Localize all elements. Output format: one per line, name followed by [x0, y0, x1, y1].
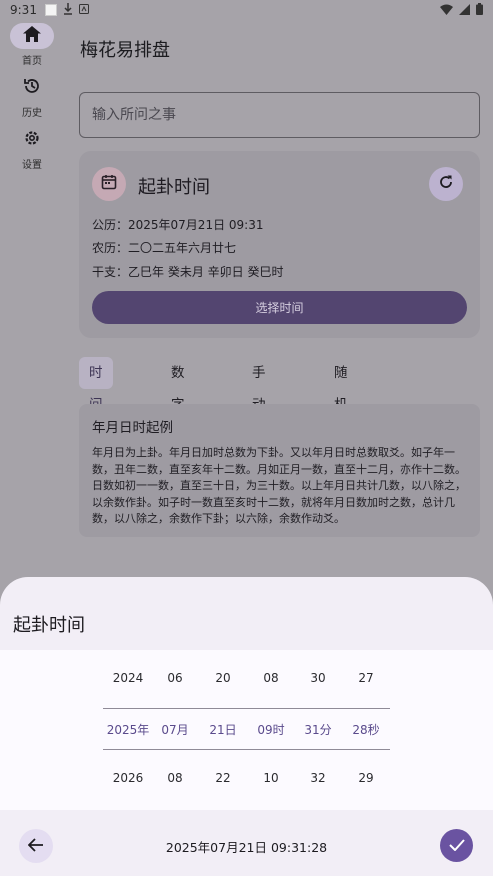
- minute-prev[interactable]: 30: [294, 671, 342, 685]
- tab-random[interactable]: 随机起卦: [324, 357, 358, 477]
- ganzhi-date: 干支：乙巳年 癸未月 辛卯日 癸巳时: [92, 265, 284, 279]
- nav-indicator: [10, 23, 54, 49]
- status-time: 9:31: [10, 3, 37, 17]
- day-prev[interactable]: 20: [199, 671, 247, 685]
- nav-pill-settings: [10, 127, 54, 153]
- example-title: 年月日时起例: [92, 420, 173, 436]
- nav-label-home: 首页: [22, 56, 42, 67]
- second-next[interactable]: 29: [342, 771, 390, 785]
- history-icon: [23, 77, 41, 99]
- question-input[interactable]: [79, 92, 480, 138]
- hour-next[interactable]: 10: [247, 771, 295, 785]
- home-icon: [23, 26, 41, 46]
- month-next[interactable]: 08: [151, 771, 199, 785]
- refresh-icon: [438, 174, 454, 194]
- sheet-footer: 2025年07月21日 09:31:28: [0, 810, 493, 876]
- gear-icon: [23, 129, 41, 151]
- nav-item-home[interactable]: 首页: [0, 23, 64, 67]
- hour-prev[interactable]: 08: [247, 671, 295, 685]
- time-picker-sheet: 起卦时间 2024 2025年 2026 06 07月 08 20 21日 22…: [0, 577, 493, 876]
- example-card: 年月日时起例 年月日为上卦。年月日加时总数为下卦。又以年月日时总数取爻。如子年一…: [79, 404, 480, 537]
- year-prev[interactable]: 2024: [104, 671, 152, 685]
- year-selected[interactable]: 2025年: [104, 721, 152, 738]
- app-notification-icon: [78, 3, 89, 17]
- sheet-title: 起卦时间: [13, 615, 85, 636]
- gregorian-date: 公历：2025年07月21日 09:31: [92, 218, 264, 232]
- wifi-icon: [440, 4, 453, 18]
- hour-selected[interactable]: 09时: [247, 721, 295, 738]
- day-next[interactable]: 22: [199, 771, 247, 785]
- minute-selected[interactable]: 31分: [294, 721, 342, 738]
- nav-pill-history: [10, 75, 54, 101]
- month-prev[interactable]: 06: [151, 671, 199, 685]
- year-next[interactable]: 2026: [104, 771, 152, 785]
- calendar-icon: [101, 174, 117, 194]
- nav-item-history[interactable]: 历史: [0, 75, 64, 119]
- nav-label-history: 历史: [22, 108, 42, 119]
- month-selected[interactable]: 07月: [151, 721, 199, 738]
- example-text: 年月日为上卦。年月日加时总数为下卦。又以年月日时总数取爻。如子年一数，丑年二数，…: [92, 446, 466, 525]
- tab-time[interactable]: 时间起卦: [79, 357, 113, 477]
- download-icon: [63, 2, 73, 18]
- signal-icon: [459, 3, 470, 18]
- lunar-date: 农历：二〇二五年六月廿七: [92, 241, 237, 255]
- tab-manual[interactable]: 手动指定: [242, 357, 276, 477]
- day-selected[interactable]: 21日: [199, 721, 247, 738]
- page-title: 梅花易排盘: [80, 40, 170, 61]
- confirm-button[interactable]: [440, 829, 473, 862]
- selection-line-bottom: [103, 749, 390, 750]
- tab-number[interactable]: 数字起卦: [161, 357, 195, 477]
- refresh-button[interactable]: [429, 167, 463, 201]
- select-time-button[interactable]: 选择时间: [92, 291, 467, 324]
- nav-item-settings[interactable]: 设置: [0, 127, 64, 171]
- nav-label-settings: 设置: [22, 160, 42, 171]
- check-icon: [448, 836, 465, 855]
- datetime-wheel-picker: 2024 2025年 2026 06 07月 08 20 21日 22 08 0…: [0, 650, 493, 810]
- calendar-badge: [92, 167, 126, 201]
- selected-datetime: 2025年07月21日 09:31:28: [165, 840, 328, 855]
- time-card: 起卦时间 公历：2025年07月21日 09:31 农历：二〇二五年六月廿七 干…: [79, 151, 480, 338]
- minute-next[interactable]: 32: [294, 771, 342, 785]
- battery-icon: [476, 3, 483, 18]
- card-title: 起卦时间: [138, 177, 210, 198]
- notification-icon: [44, 4, 57, 16]
- second-selected[interactable]: 28秒: [342, 721, 390, 738]
- status-bar: 9:31: [0, 0, 493, 20]
- selection-line-top: [103, 708, 390, 709]
- second-prev[interactable]: 27: [342, 671, 390, 685]
